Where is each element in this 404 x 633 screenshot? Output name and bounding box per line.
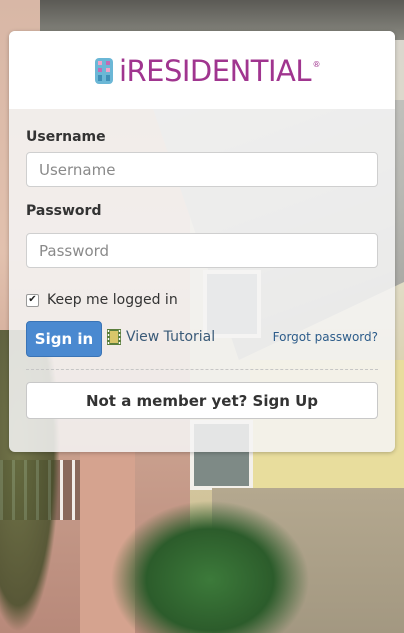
remember-me-row: ✔ Keep me logged in — [26, 292, 178, 308]
film-icon — [107, 329, 121, 345]
view-tutorial-label[interactable]: View Tutorial — [126, 329, 215, 345]
logo-header: iRESIDENTIAL ® — [9, 31, 395, 109]
divider — [26, 369, 378, 370]
username-label: Username — [26, 129, 106, 145]
brand-name: iRESIDENTIAL ® — [118, 54, 321, 88]
remember-me-label[interactable]: Keep me logged in — [47, 292, 178, 308]
sign-in-button[interactable]: Sign in — [26, 321, 102, 357]
registered-mark: ® — [312, 60, 321, 69]
login-card: iRESIDENTIAL® Username Password ✔ Keep m… — [9, 31, 395, 452]
view-tutorial-link[interactable]: View Tutorial — [107, 329, 215, 345]
residential-building-logo-icon — [94, 58, 113, 84]
remember-me-checkbox[interactable]: ✔ — [26, 293, 39, 307]
brand-logo: iRESIDENTIAL ® — [93, 54, 321, 88]
password-input[interactable] — [26, 233, 378, 268]
forgot-password-link[interactable]: Forgot password? — [273, 330, 378, 344]
username-input[interactable] — [26, 152, 378, 187]
sign-up-button[interactable]: Not a member yet? Sign Up — [26, 382, 378, 419]
password-label: Password — [26, 203, 102, 219]
